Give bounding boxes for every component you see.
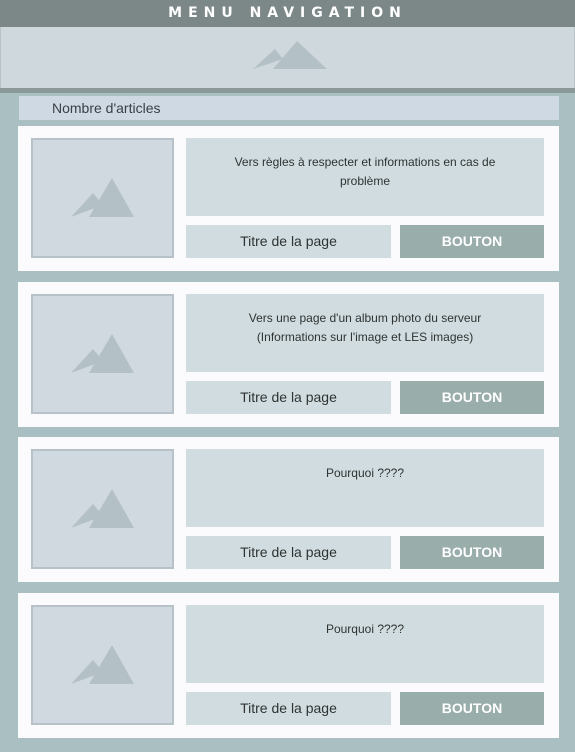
- article-description: Pourquoi ????: [186, 449, 544, 527]
- article-count-label: Nombre d'articles: [19, 96, 559, 120]
- article-card: Vers une page d'un album photo du serveu…: [18, 282, 559, 427]
- article-description: Vers règles à respecter et informations …: [186, 138, 544, 216]
- article-thumbnail[interactable]: [31, 138, 174, 258]
- image-placeholder-icon: [253, 41, 327, 69]
- image-placeholder-icon: [71, 645, 134, 684]
- article-button[interactable]: BOUTON: [400, 225, 544, 258]
- article-thumbnail[interactable]: [31, 605, 174, 725]
- article-card: Pourquoi ???? Titre de la page BOUTON: [18, 593, 559, 738]
- article-description: Pourquoi ????: [186, 605, 544, 683]
- article-card: Vers règles à respecter et informations …: [18, 126, 559, 271]
- article-title: Titre de la page: [186, 692, 391, 725]
- page-header: MENU NAVIGATION: [0, 0, 575, 27]
- page-title: MENU NAVIGATION: [168, 5, 407, 21]
- article-button[interactable]: BOUTON: [400, 692, 544, 725]
- article-card: Pourquoi ???? Titre de la page BOUTON: [18, 437, 559, 582]
- image-placeholder-icon: [71, 334, 134, 373]
- articles-panel: Nombre d'articles Vers règles à respecte…: [0, 93, 575, 752]
- header-banner: [0, 27, 575, 88]
- article-thumbnail[interactable]: [31, 449, 174, 569]
- article-title: Titre de la page: [186, 225, 391, 258]
- article-thumbnail[interactable]: [31, 294, 174, 414]
- image-placeholder-icon: [71, 489, 134, 528]
- article-title: Titre de la page: [186, 381, 391, 414]
- image-placeholder-icon: [71, 178, 134, 217]
- article-button[interactable]: BOUTON: [400, 536, 544, 569]
- article-title: Titre de la page: [186, 536, 391, 569]
- article-button[interactable]: BOUTON: [400, 381, 544, 414]
- article-description: Vers une page d'un album photo du serveu…: [186, 294, 544, 372]
